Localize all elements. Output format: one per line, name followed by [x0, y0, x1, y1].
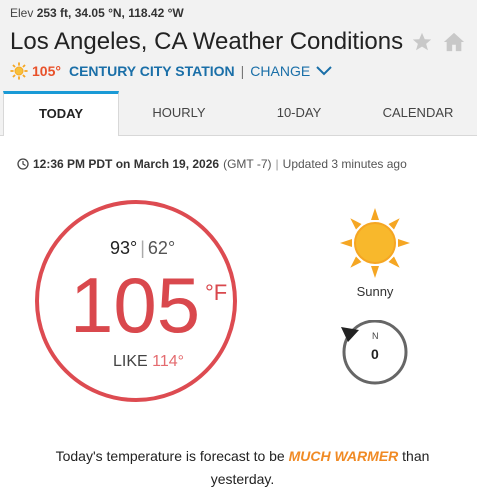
elev-value: 253 ft, — [36, 6, 72, 20]
longitude: 118.42 °W — [128, 6, 184, 20]
wind-speed: 0 — [371, 346, 379, 362]
tab-hourly[interactable]: HOURLY — [120, 91, 238, 135]
feels-like-value: 114° — [152, 353, 185, 370]
clock-icon — [17, 158, 29, 170]
forecast-prefix: Today's temperature is forecast to be — [55, 448, 285, 464]
elevation-coordinates: Elev 253 ft, 34.05 °N, 118.42 °W — [10, 6, 184, 20]
elev-label: Elev — [10, 6, 34, 20]
current-temperature: 105 — [70, 261, 201, 349]
high-low-separator: | — [140, 238, 145, 258]
updated-text: Updated 3 minutes ago — [282, 157, 407, 171]
observation-timestamp: 12:36 PM PDT on March 19, 2026 — [33, 157, 220, 171]
high-low: 93° | 62° — [110, 238, 175, 259]
sun-icon — [340, 208, 410, 278]
feels-like: LIKE 114° — [113, 353, 184, 371]
tab-10-day[interactable]: 10-DAY — [240, 91, 358, 135]
header-panel: Elev 253 ft, 34.05 °N, 118.42 °W Los Ang… — [0, 0, 477, 91]
star-icon[interactable] — [410, 31, 434, 53]
station-row: 105° CENTURY CITY STATION | CHANGE — [10, 61, 333, 81]
chevron-down-icon[interactable] — [315, 65, 333, 77]
forecast-highlight: MUCH WARMER — [288, 448, 399, 464]
gmt-offset: (GMT -7) — [223, 157, 272, 171]
condition-text: Sunny — [356, 284, 394, 299]
station-separator: | — [240, 63, 245, 79]
observation-time: 12:36 PM PDT on March 19, 2026 (GMT -7) … — [17, 157, 407, 171]
station-temperature: 105° — [32, 63, 61, 79]
low-temp: 62° — [147, 238, 176, 258]
page-title: Los Angeles, CA Weather Conditions — [10, 28, 404, 55]
wind-direction: N — [372, 331, 379, 341]
station-name-link[interactable]: CENTURY CITY STATION — [69, 63, 235, 79]
tab-calendar[interactable]: CALENDAR — [362, 91, 474, 135]
sun-icon — [10, 62, 28, 80]
change-station-button[interactable]: CHANGE — [250, 63, 310, 79]
forecast-summary: Today's temperature is forecast to be MU… — [30, 445, 455, 491]
feels-like-label: LIKE — [113, 353, 148, 370]
tab-bar: TODAY HOURLY 10-DAY CALENDAR — [0, 91, 477, 136]
home-icon[interactable] — [442, 31, 466, 53]
temperature-unit[interactable]: °F — [205, 280, 227, 306]
latitude: 34.05 °N, — [74, 6, 125, 20]
high-temp: 93° — [110, 238, 138, 258]
time-separator: | — [275, 157, 279, 171]
tab-today[interactable]: TODAY — [3, 91, 119, 136]
